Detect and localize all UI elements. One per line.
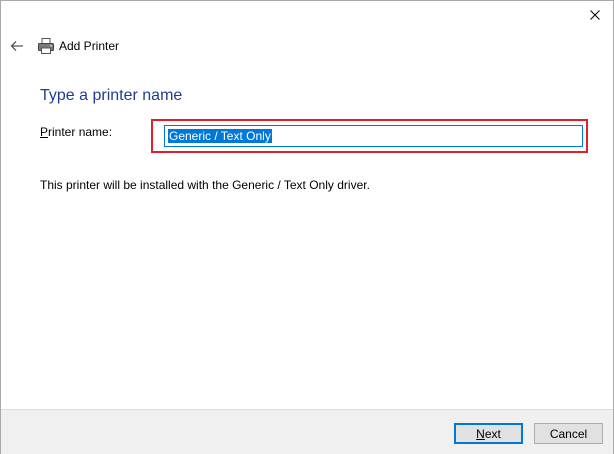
next-mnemonic: N	[476, 426, 485, 441]
printer-icon	[38, 38, 54, 54]
page-heading: Type a printer name	[40, 87, 183, 104]
close-icon	[590, 10, 600, 20]
next-label: ext	[484, 426, 501, 441]
back-button[interactable]	[8, 37, 26, 55]
printer-name-label-text: rinter name:	[48, 125, 113, 139]
driver-info-text: This printer will be installed with the …	[40, 178, 370, 192]
printer-name-input[interactable]: Generic / Text Only	[164, 125, 583, 147]
footer-bar: Next Cancel	[1, 409, 613, 454]
cancel-button[interactable]: Cancel	[534, 423, 603, 444]
printer-name-selected-text: Generic / Text Only	[168, 129, 272, 143]
back-arrow-icon	[10, 41, 23, 51]
next-button[interactable]: Next	[454, 423, 523, 444]
add-printer-window: Add Printer Type a printer name Printer …	[0, 0, 614, 454]
close-button[interactable]	[585, 5, 605, 25]
wizard-title: Add Printer	[59, 39, 120, 53]
printer-name-label-mnemonic: P	[40, 125, 49, 139]
printer-name-label: Printer name:	[40, 125, 112, 139]
